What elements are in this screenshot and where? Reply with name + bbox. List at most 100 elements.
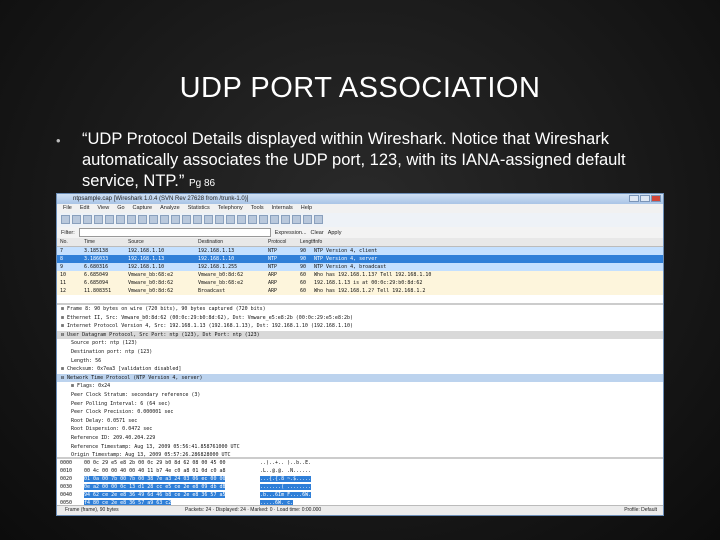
status-frame-info: Frame (frame), 90 bytes [65,507,119,513]
column-no[interactable]: No. [57,238,84,246]
menu-item-view[interactable]: View [97,204,109,213]
column-protocol[interactable]: Protocol [268,238,300,246]
toolbar-button-icon[interactable] [303,215,312,224]
toolbar-button-icon[interactable] [171,215,180,224]
hex-row: 0010 00 4c 00 00 40 00 40 11 b7 4e c0 a8 … [57,467,663,475]
packet-list-header: No. Time Source Destination Protocol Len… [57,238,663,247]
packet-row[interactable]: 12 11.808351 Vmware_b0:8d:62 Broadcast ARP 60… [57,287,663,295]
menu-item-help[interactable]: Help [301,204,312,213]
toolbar-button-icon[interactable] [226,215,235,224]
toolbar-button-icon[interactable] [292,215,301,224]
hex-bytes[interactable]: 94 62 ce 2e e8 36 49 6d 46 b8 ce 2e e8 3… [84,491,260,499]
hex-ascii[interactable]: .L..@.@. .N...... [260,467,330,475]
menu-item-statistics[interactable]: Statistics [188,204,210,213]
detail-line[interactable]: Reference ID: 209.40.204.229 [57,434,663,443]
packet-row[interactable]: 8 3.186033 192.168.1.13 192.168.1.10 NTP 90 NT… [57,255,663,263]
detail-line[interactable]: ⊞ Internet Protocol Version 4, Src: 192.… [57,322,663,331]
maximize-button[interactable] [640,195,650,202]
detail-line[interactable]: Length: 56 [57,357,663,366]
toolbar-button-icon[interactable] [127,215,136,224]
toolbar-button-icon[interactable] [105,215,114,224]
menu-item-capture[interactable]: Capture [133,204,153,213]
detail-line[interactable]: ⊞ Flags: 0x24 [57,382,663,391]
main-toolbar [57,213,663,227]
menu-item-go[interactable]: Go [117,204,124,213]
filter-expression-button[interactable]: Expression... [275,230,307,236]
filter-apply-button[interactable]: Apply [328,230,342,236]
column-destination[interactable]: Destination [198,238,268,246]
column-time[interactable]: Time [84,238,128,246]
detail-line[interactable]: Origin Timestamp: Aug 13, 2009 05:57:26.… [57,451,663,457]
ascii-selected: .......( ........ [260,484,312,490]
hex-offset: 0030 [60,484,73,490]
minimize-button[interactable] [629,195,639,202]
column-info[interactable]: Info [314,238,663,246]
toolbar-button-icon[interactable] [270,215,279,224]
toolbar-button-icon[interactable] [94,215,103,224]
packet-no: 12 [60,288,67,294]
toolbar-button-icon[interactable] [138,215,147,224]
hex-bytes[interactable]: 0e a2 00 00 0c 13 d1 28 cc e5 ce 2e e8 0… [84,483,260,491]
detail-line[interactable]: ⊞ Ethernet II, Src: Vmware_b0:8d:62 (00:… [57,314,663,323]
hex-ascii[interactable]: ..)..+.. )..b..E. [260,459,330,467]
menu-item-file[interactable]: File [63,204,72,213]
toolbar-button-icon[interactable] [237,215,246,224]
packet-info: NTP Version 4, server [314,256,378,262]
menu-item-edit[interactable]: Edit [80,204,89,213]
hex-offset: 0010 [60,468,73,474]
toolbar-button-icon[interactable] [259,215,268,224]
toolbar-button-icon[interactable] [72,215,81,224]
menu-item-internals[interactable]: Internals [272,204,293,213]
toolbar-button-icon[interactable] [193,215,202,224]
hex-bytes[interactable]: 00 0c 29 e5 e8 2b 00 0c 29 b0 8d 62 08 0… [84,459,260,467]
detail-line[interactable]: Reference Timestamp: Aug 13, 2009 05:56:… [57,443,663,452]
packet-row[interactable]: 7 3.185138 192.168.1.10 192.168.1.13 NTP 90 NT… [57,247,663,255]
toolbar-button-icon[interactable] [149,215,158,224]
page-reference: Pg 86 [188,178,216,189]
toolbar-button-icon[interactable] [248,215,257,224]
detail-line[interactable]: Root Delay: 0.0571 sec [57,417,663,426]
hex-bytes[interactable]: 01 0a 00 7b 00 7b 00 38 7e a3 24 03 06 e… [84,475,260,483]
menu-item-tools[interactable]: Tools [251,204,264,213]
filter-clear-button[interactable]: Clear [311,230,324,236]
packet-row[interactable]: 11 6.685094 Vmware_b0:8d:62 Vmware_bb:68:e2… [57,279,663,287]
toolbar-button-icon[interactable] [281,215,290,224]
packet-info: 192.168.1.13 is at 00:0c:29:b0:8d:62 [314,280,423,286]
packet-time: 6.680316 [84,264,109,270]
toolbar-button-icon[interactable] [116,215,125,224]
detail-line[interactable]: ⊟ Network Time Protocol (NTP Version 4, … [57,373,663,383]
detail-line[interactable]: ⊞ Frame 8: 90 bytes on wire (720 bits), … [57,305,663,314]
detail-line[interactable]: Destination port: ntp (123) [57,348,663,357]
packet-no: 9 [60,264,64,270]
detail-line[interactable]: Source port: ntp (123) [57,339,663,348]
toolbar-button-icon[interactable] [204,215,213,224]
hex-ascii[interactable]: .......( ........ [260,483,330,491]
detail-line[interactable]: Root Dispersion: 0.0472 sec [57,425,663,434]
packet-row[interactable]: 10 6.685049 Vmware_bb:68:e2 Vmware_b0:8d:62… [57,271,663,279]
column-source[interactable]: Source [128,238,198,246]
hex-ascii[interactable]: .b...6Im F....6W. [260,491,330,499]
detail-line[interactable]: ⊟ User Datagram Protocol, Src Port: ntp … [57,330,663,340]
packet-list: 7 3.185138 192.168.1.10 192.168.1.13 NTP 90 NT… [57,247,663,305]
status-profile[interactable]: Profile: Default [537,506,663,515]
filter-input[interactable] [78,228,271,237]
detail-line[interactable]: Peer Clock Stratum: secondary reference … [57,391,663,400]
column-length[interactable]: Length [300,238,315,246]
detail-line[interactable]: Peer Polling Interval: 6 (64 sec) [57,400,663,409]
toolbar-button-icon[interactable] [314,215,323,224]
menu-item-analyze[interactable]: Analyze [160,204,180,213]
toolbar-button-icon[interactable] [182,215,191,224]
hex-bytes[interactable]: 00 4c 00 00 40 00 40 11 b7 4e c0 a8 01 0… [84,467,260,475]
packet-src: 192.168.1.13 [128,256,165,262]
menu-item-telephony[interactable]: Telephony [218,204,243,213]
toolbar-button-icon[interactable] [160,215,169,224]
packet-row[interactable]: 9 6.680316 192.168.1.10 192.168.1.255 NTP 90 N… [57,263,663,271]
toolbar-button-icon[interactable] [215,215,224,224]
status-packet-counts: Packets: 24 · Displayed: 24 · Marked: 0 … [185,507,322,513]
toolbar-button-icon[interactable] [83,215,92,224]
close-button[interactable] [651,195,661,202]
hex-ascii[interactable]: ...{.{.8 ~.$..... [260,475,330,483]
toolbar-button-icon[interactable] [61,215,70,224]
detail-line[interactable]: Peer Clock Precision: 0.000001 sec [57,408,663,417]
detail-line[interactable]: ⊞ Checksum: 0x7ea3 [validation disabled] [57,365,663,374]
